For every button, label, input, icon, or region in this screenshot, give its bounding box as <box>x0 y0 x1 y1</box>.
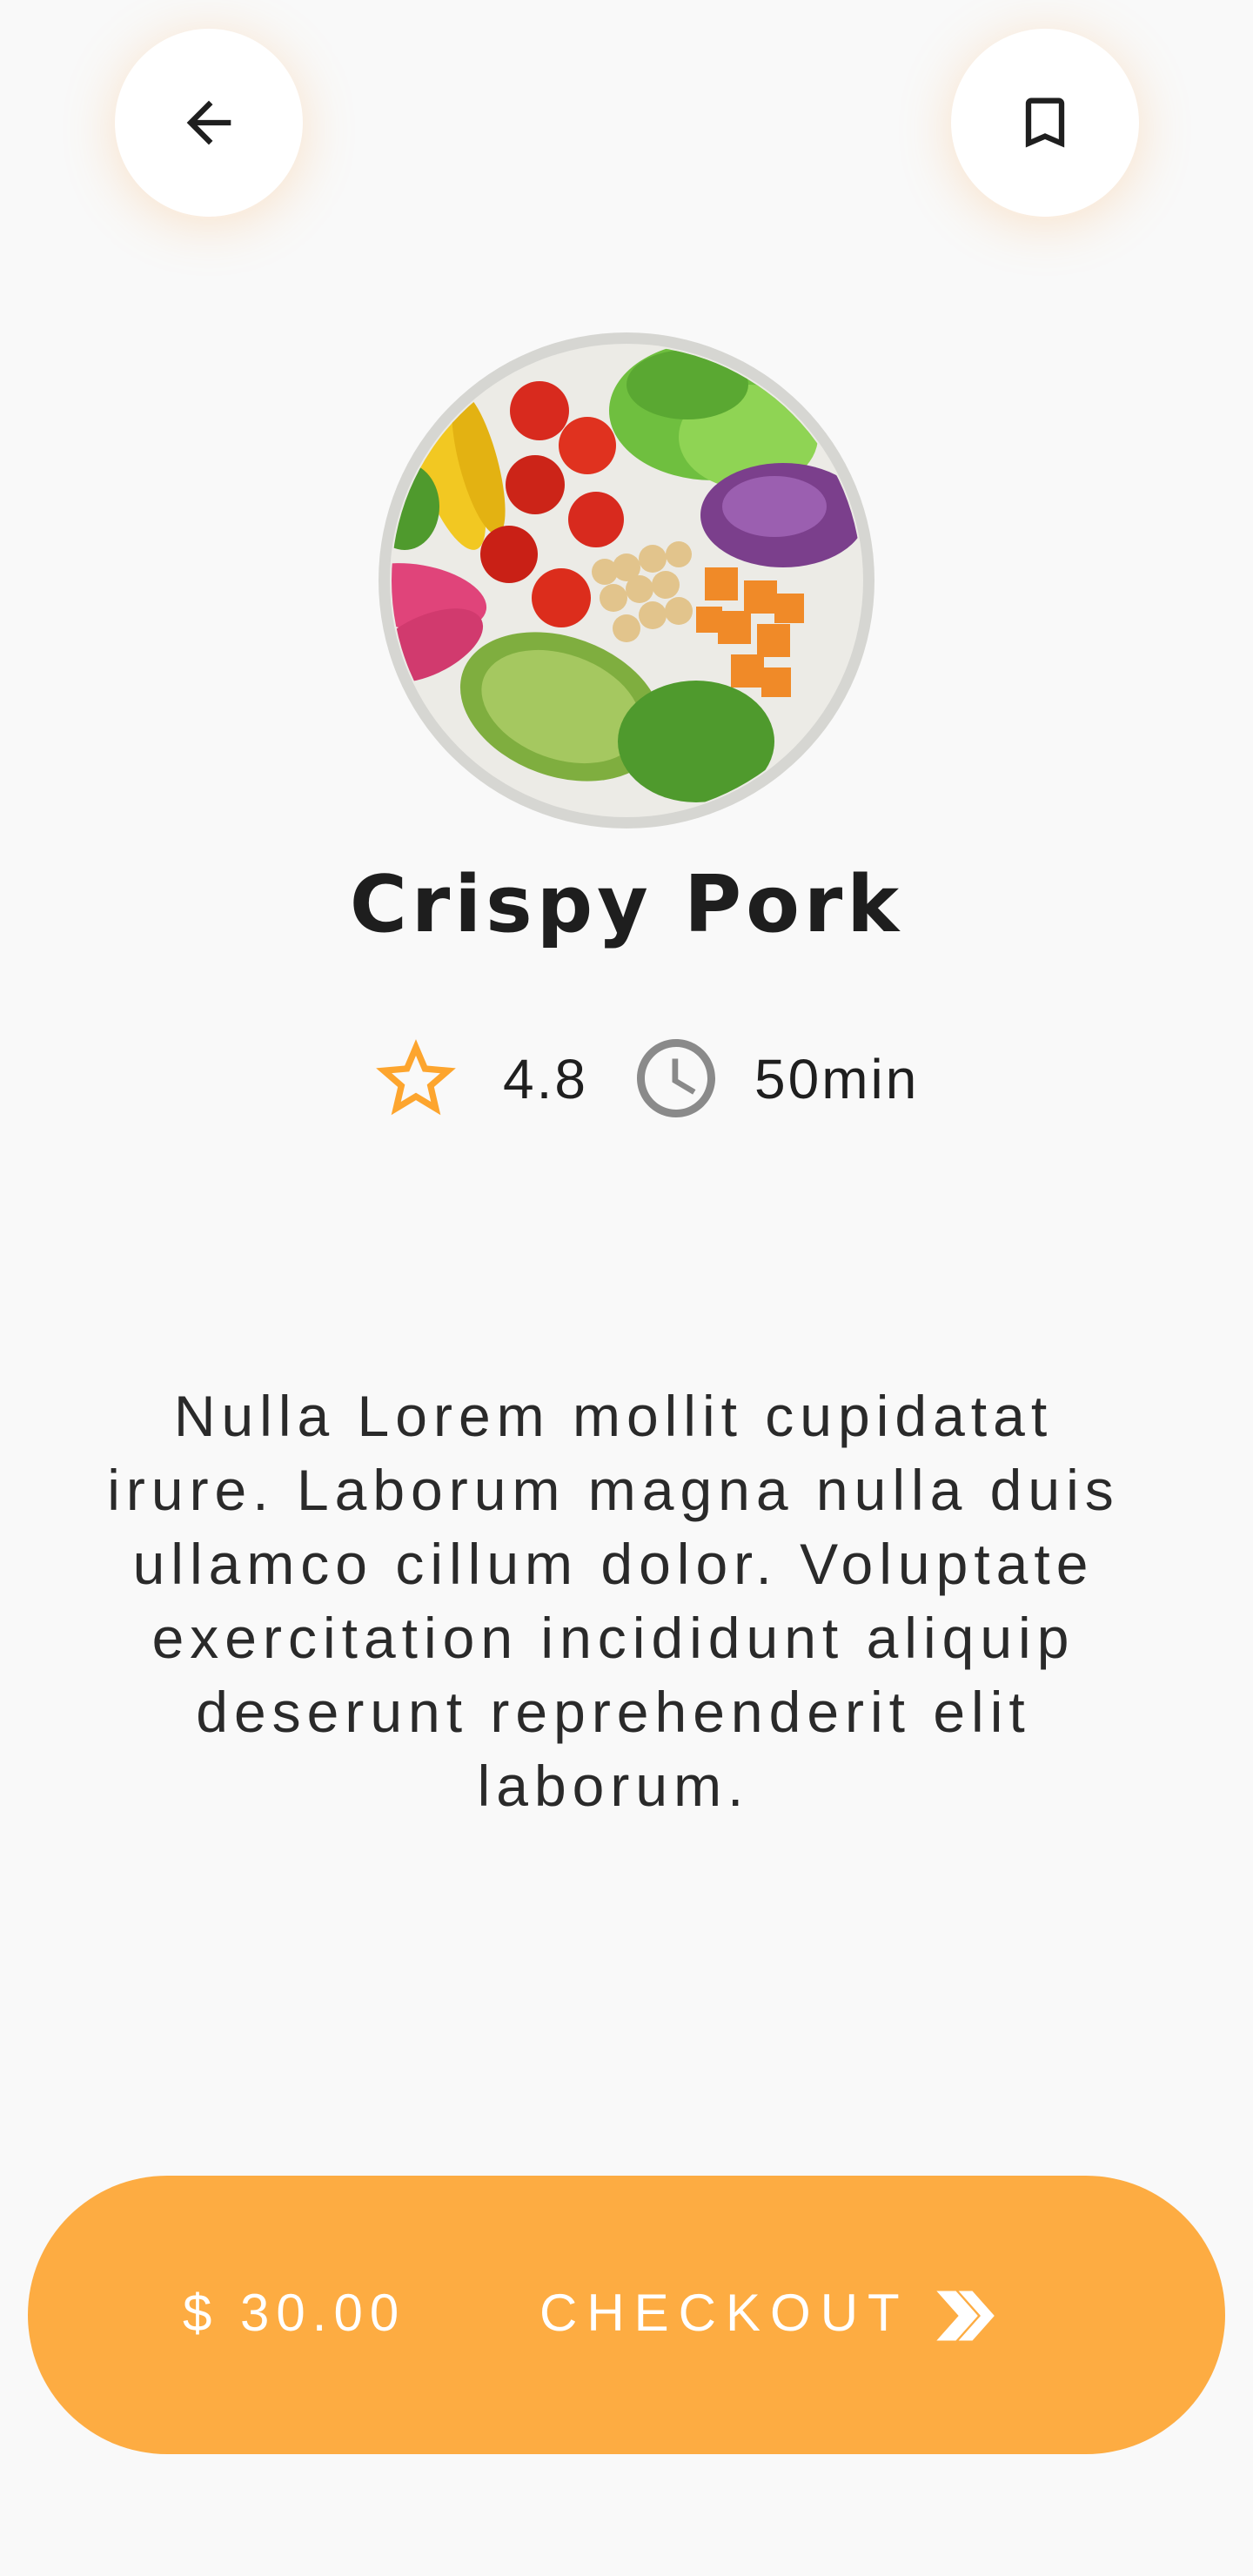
cook-time: 50min <box>754 1048 920 1110</box>
dish-image <box>365 332 879 828</box>
dish-meta-row: 4.8 50min <box>0 1031 1253 1127</box>
salad-bowl-illustration <box>379 332 874 828</box>
recipe-detail-screen: Crispy Pork 4.8 50min Nulla Lorem mollit… <box>0 0 1253 2576</box>
arrow-back-icon <box>186 100 231 145</box>
price-label: $ 30.00 <box>183 2284 406 2342</box>
clock-icon <box>637 1039 715 1117</box>
bookmark-icon <box>1025 97 1065 148</box>
double-chevron-right-icon <box>936 2291 995 2341</box>
rating-value: 4.8 <box>503 1048 588 1110</box>
bookmark-button[interactable] <box>951 29 1139 217</box>
checkout-button[interactable]: $ 30.00 CHECKOUT <box>28 2176 1225 2454</box>
dish-title: Crispy Pork <box>349 859 904 950</box>
dish-description: Nulla Lorem mollit cupidatat irure. Labo… <box>107 1384 1120 1818</box>
back-button[interactable] <box>115 29 303 217</box>
checkout-label: CHECKOUT <box>539 2284 909 2342</box>
star-icon <box>376 1039 456 1116</box>
